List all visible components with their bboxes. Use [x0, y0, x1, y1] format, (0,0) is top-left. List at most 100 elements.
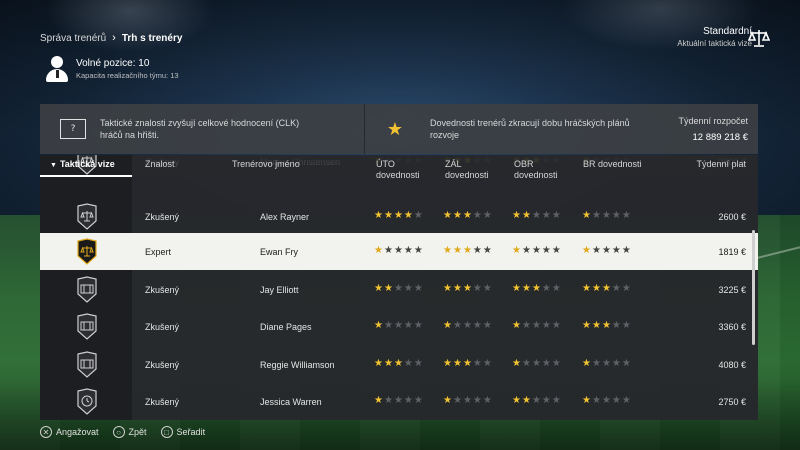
free-positions: Volné pozice: 10	[76, 58, 150, 69]
breadcrumb-parent[interactable]: Správa trenérů	[40, 33, 106, 44]
table-row[interactable]: Zkušený Alex Rayner ★★★★★ ★★★★★ ★★★★★ ★★★★★ 26…	[40, 198, 758, 235]
header-knowledge[interactable]: Znalost	[145, 159, 175, 169]
goal-icon	[76, 313, 98, 340]
star-icon: ★	[551, 395, 562, 406]
star-icon: ★	[611, 358, 622, 369]
sort-button[interactable]: □ Seřadit	[160, 426, 205, 438]
star-icon: ★	[591, 210, 602, 221]
header-obr[interactable]: OBR dovednosti	[514, 159, 574, 181]
star-icon: ★	[521, 210, 532, 221]
header-uto[interactable]: ÚTO dovednosti	[376, 159, 436, 181]
star-icon: ★	[403, 320, 414, 331]
star-icon: ★	[621, 283, 632, 294]
rating-br-stars: ★★★★★	[582, 245, 632, 256]
hire-button[interactable]: ✕ Angažovat	[40, 426, 99, 438]
star-icon: ★	[393, 283, 404, 294]
star-icon: ★	[383, 245, 394, 256]
star-icon: ★	[374, 320, 384, 331]
table-row[interactable]: Zkušený Jay Elliott ★★★★★ ★★★★★ ★★★★★ ★★★★★ 32…	[40, 271, 758, 308]
star-icon: ★	[541, 245, 552, 256]
star-icon: ★	[582, 320, 592, 331]
star-icon: ★	[403, 283, 414, 294]
star-icon: ★	[472, 395, 483, 406]
star-icon: ★	[551, 245, 562, 256]
star-icon: ★	[531, 283, 542, 294]
star-icon: ★	[374, 283, 384, 294]
star-icon: ★	[591, 245, 602, 256]
star-icon: ★	[541, 283, 552, 294]
star-icon: ★	[462, 245, 473, 256]
coach-market-table: Zkušený Marcus Christensen ★★★★★ ★★★★★ ★★★★★…	[40, 155, 758, 420]
star-icon: ★	[472, 210, 483, 221]
star-icon: ★	[601, 245, 612, 256]
rating-obr-stars: ★★★★★	[512, 283, 562, 294]
star-icon: ★	[591, 320, 602, 331]
star-icon: ★	[374, 395, 384, 406]
star-icon: ★	[443, 320, 453, 331]
star-icon: ★	[413, 358, 424, 369]
star-icon: ★	[531, 320, 542, 331]
weekly-pay: 3225 €	[718, 285, 746, 295]
back-button[interactable]: ○ Zpět	[112, 426, 147, 438]
header-tactical-vision[interactable]: ▼ Taktická vize	[40, 155, 132, 177]
breadcrumb-current: Trh s trenéry	[121, 32, 183, 44]
scale-icon	[748, 30, 770, 47]
weekly-pay: 4080 €	[718, 360, 746, 370]
clock-icon	[76, 388, 98, 415]
star-icon: ★	[541, 358, 552, 369]
coach-skills-info: Dovednosti trenérů zkracují dobu hráčský…	[430, 118, 630, 140]
star-icon: ★	[443, 283, 453, 294]
table-row[interactable]: Expert Ewan Fry ★★★★★ ★★★★★ ★★★★★ ★★★★★ 1819 €	[40, 233, 758, 270]
rating-br-stars: ★★★★★	[582, 283, 632, 294]
sort-down-icon: ▼	[50, 162, 57, 169]
star-icon: ★	[452, 210, 463, 221]
star-icon: ★	[521, 283, 532, 294]
star-icon: ★	[452, 395, 463, 406]
star-icon: ★	[601, 283, 612, 294]
star-icon: ★	[383, 320, 394, 331]
star-icon: ★	[403, 245, 414, 256]
star-icon: ★	[531, 210, 542, 221]
star-icon: ★	[413, 320, 424, 331]
header-weekly-pay[interactable]: Týdenní plat	[696, 159, 746, 169]
star-icon: ★	[393, 320, 404, 331]
star-icon: ★	[383, 210, 394, 221]
star-icon: ★	[512, 283, 522, 294]
star-icon: ★	[482, 283, 493, 294]
staff-capacity: Kapacita realizačního týmu: 13	[76, 71, 179, 80]
star-icon: ★	[452, 245, 463, 256]
star-icon: ★	[443, 245, 453, 256]
star-icon: ★	[462, 395, 473, 406]
table-row[interactable]: Zkušený Reggie Williamson ★★★★★ ★★★★★ ★★★★★ ★…	[40, 346, 758, 383]
header-coach-name[interactable]: Trenérovo jméno	[232, 159, 300, 169]
star-icon: ★	[413, 395, 424, 406]
star-icon: ★	[443, 395, 453, 406]
star-icon: ★	[551, 210, 562, 221]
star-icon: ★	[472, 245, 483, 256]
star-icon: ★	[621, 320, 632, 331]
header-zal[interactable]: ZÁL dovednosti	[445, 159, 505, 181]
star-icon: ★	[621, 210, 632, 221]
weekly-pay: 2600 €	[718, 212, 746, 222]
star-icon: ★	[403, 358, 414, 369]
header-br[interactable]: BR dovednosti	[583, 159, 643, 170]
star-icon: ★	[551, 320, 562, 331]
coach-knowledge: Expert	[145, 247, 172, 257]
tactical-vision-label: Aktuální taktická vize	[677, 39, 752, 48]
star-icon: ★	[551, 283, 562, 294]
rating-zal-stars: ★★★★★	[443, 245, 493, 256]
rating-zal-stars: ★★★★★	[443, 283, 493, 294]
table-row[interactable]: Zkušený Diane Pages ★★★★★ ★★★★★ ★★★★★ ★★★★★ 33…	[40, 308, 758, 345]
star-icon: ★	[443, 210, 453, 221]
rating-obr-stars: ★★★★★	[512, 358, 562, 369]
scrollbar[interactable]	[752, 230, 755, 345]
star-icon: ★	[512, 320, 522, 331]
star-icon: ★	[621, 358, 632, 369]
star-icon: ★	[413, 245, 424, 256]
star-icon: ★	[393, 210, 404, 221]
coach-knowledge: Zkušený	[145, 360, 180, 370]
table-row[interactable]: Zkušený Jessica Warren ★★★★★ ★★★★★ ★★★★★ ★★★★…	[40, 383, 758, 420]
info-strip: ? Taktické znalosti zvyšují celkové hodn…	[40, 104, 758, 154]
star-icon: ★	[521, 245, 532, 256]
cross-button-icon: ✕	[40, 426, 52, 438]
